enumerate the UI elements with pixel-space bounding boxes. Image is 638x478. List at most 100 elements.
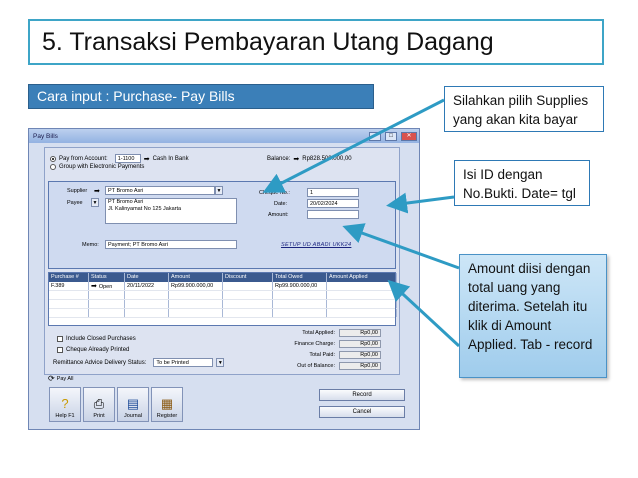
cell-status-text: Open (98, 284, 113, 290)
amount-field[interactable] (307, 210, 359, 219)
journal-icon: ▤ (126, 396, 140, 411)
account-no-field[interactable]: 1-1100 (114, 154, 141, 163)
balance-value: Rp828.500.000,00 (302, 156, 352, 162)
minimize-button[interactable]: – (369, 131, 381, 141)
window-titlebar: Pay Bills – □ ✕ (29, 129, 419, 143)
col-discount: Discount (223, 273, 273, 282)
total-paid-label: Total Paid: (309, 352, 335, 358)
bills-table: Purchase # Status Date Amount Discount T… (48, 272, 397, 326)
payee-dropdown-icon[interactable]: ▼ (91, 198, 99, 207)
group-electronic-radio[interactable] (50, 164, 56, 170)
cheque-printed-row: Cheque Already Printed (57, 347, 129, 353)
include-closed-checkbox[interactable] (57, 336, 63, 342)
lookup-arrow-icon[interactable]: ➡ (144, 155, 150, 163)
col-purchase: Purchase # (49, 273, 89, 282)
date-field[interactable]: 20/02/2024 (307, 199, 359, 208)
remittance-select[interactable]: To be Printed (153, 358, 214, 367)
finance-charge-label: Finance Charge: (294, 341, 335, 347)
help-icon: ? (61, 396, 69, 411)
table-row[interactable]: F.389 ➡ Open 20/11/2022 Rp99.900.000,00 … (49, 282, 397, 291)
supplier-dropdown-icon[interactable]: ▼ (215, 186, 223, 195)
group-electronic-label: Group with Electronic Payments (59, 164, 145, 170)
supplier-arrow-icon[interactable]: ➡ (94, 187, 100, 195)
payee-line-2: Jl. Kalinyamat No 125 Jakarta (108, 206, 182, 212)
col-amount: Amount (169, 273, 223, 282)
cell-discount (223, 282, 273, 290)
pay-all-button[interactable]: ⟳ Pay All (48, 373, 74, 384)
help-label: Help F1 (55, 413, 75, 419)
col-total-owed: Total Owed (273, 273, 327, 282)
record-button[interactable]: Record (319, 389, 405, 401)
col-date: Date (125, 273, 169, 282)
balance-label: Balance: (267, 156, 291, 162)
remittance-dropdown-icon[interactable]: ▼ (216, 358, 225, 367)
pay-all-label: Pay All (56, 375, 74, 382)
cell-status: ➡ Open (89, 282, 125, 290)
supplier-label: Supplier (67, 188, 88, 194)
remittance-row: Remittance Advice Delivery Status: To be… (53, 358, 225, 367)
status-arrow-icon[interactable]: ➡ (91, 283, 99, 290)
journal-button[interactable]: ▤ Journal (117, 387, 149, 422)
print-button[interactable]: ⎙ Print (83, 387, 115, 422)
remittance-label: Remittance Advice Delivery Status: (53, 359, 147, 366)
pay-from-label: Pay from Account: (59, 155, 108, 162)
window-title: Pay Bills (33, 132, 58, 140)
cell-amount-applied[interactable] (327, 282, 397, 290)
amount-label: Amount: (268, 212, 289, 218)
cancel-button[interactable]: Cancel (319, 406, 405, 418)
total-paid-value: Rp0,00 (339, 351, 381, 359)
col-amount-applied: Amount Applied (327, 273, 397, 282)
balance-arrow-icon: ➡ (293, 156, 300, 163)
table-row (49, 300, 397, 309)
payee-line-1: PT Bromo Asri (108, 199, 144, 205)
date-label: Date: (274, 201, 288, 207)
include-closed-row: Include Closed Purchases (57, 336, 136, 342)
help-button[interactable]: ? Help F1 (49, 387, 81, 422)
pay-bills-window: Pay Bills – □ ✕ Pay from Account: 1-1100… (28, 128, 420, 430)
close-button[interactable]: ✕ (401, 131, 417, 141)
pay-from-radio[interactable] (50, 155, 56, 162)
journal-label: Journal (123, 413, 143, 419)
cell-total-owed: Rp99.900.000,00 (273, 282, 327, 290)
printer-icon: ⎙ (93, 396, 105, 411)
payee-address-field[interactable]: PT Bromo Asri Jl. Kalinyamat No 125 Jaka… (105, 198, 237, 224)
table-header: Purchase # Status Date Amount Discount T… (49, 273, 397, 282)
finance-charge-value: Rp0,00 (339, 340, 381, 348)
total-applied-label: Total Applied: (302, 330, 335, 336)
subtitle-banner: Cara input : Purchase- Pay Bills (28, 84, 374, 109)
cell-purchase: F.389 (49, 282, 89, 290)
register-label: Register (156, 413, 178, 419)
col-status: Status (89, 273, 125, 282)
toolbar: ? Help F1 ⎙ Print ▤ Journal ▦ Register (49, 387, 183, 423)
total-applied-value: Rp0,00 (339, 329, 381, 337)
details-panel: Supplier ➡ PT Bromo Asri ▼ Payee ▼ PT Br… (48, 181, 396, 269)
account-name: Cash In Bank (152, 155, 189, 162)
register-button[interactable]: ▦ Register (151, 387, 183, 422)
callout-select-supplier: Silahkan pilih Supplies yang akan kita b… (444, 86, 604, 132)
supplier-field[interactable]: PT Bromo Asri (105, 186, 215, 195)
pay-bills-form: Pay from Account: 1-1100 ➡ Cash In Bank … (44, 147, 400, 375)
out-of-balance-value: Rp0,00 (339, 362, 381, 370)
payee-label: Payee (67, 200, 83, 206)
memo-field[interactable]: Payment; PT Bromo Asri (105, 240, 237, 249)
memo-label: Memo: (82, 242, 99, 248)
cheque-no-field[interactable]: 1 (307, 188, 359, 197)
balance-row: Balance: ➡ Rp828.500.000,00 (267, 155, 352, 163)
cheque-printed-checkbox[interactable] (57, 347, 63, 353)
cell-date: 20/11/2022 (125, 282, 169, 290)
setup-label: SETUP UD ABADI UKK24 (281, 242, 352, 248)
callout-id-date: Isi ID dengan No.Bukti. Date= tgl (454, 160, 590, 206)
cheque-no-label: Cheque No.: (259, 190, 290, 196)
pay-from-row: Pay from Account: 1-1100 ➡ Cash In Bank (50, 154, 189, 163)
register-icon: ▦ (160, 396, 174, 411)
maximize-button[interactable]: □ (385, 131, 397, 141)
table-row (49, 291, 397, 300)
cheque-printed-label: Cheque Already Printed (66, 347, 130, 353)
slide-title: 5. Transaksi Pembayaran Utang Dagang (28, 19, 604, 65)
include-closed-label: Include Closed Purchases (66, 336, 136, 342)
cell-amount: Rp99.900.000,00 (169, 282, 223, 290)
table-row (49, 309, 397, 318)
refresh-icon: ⟳ (48, 374, 55, 383)
group-electronic-row: Group with Electronic Payments (50, 164, 144, 170)
out-of-balance-label: Out of Balance: (297, 363, 335, 369)
